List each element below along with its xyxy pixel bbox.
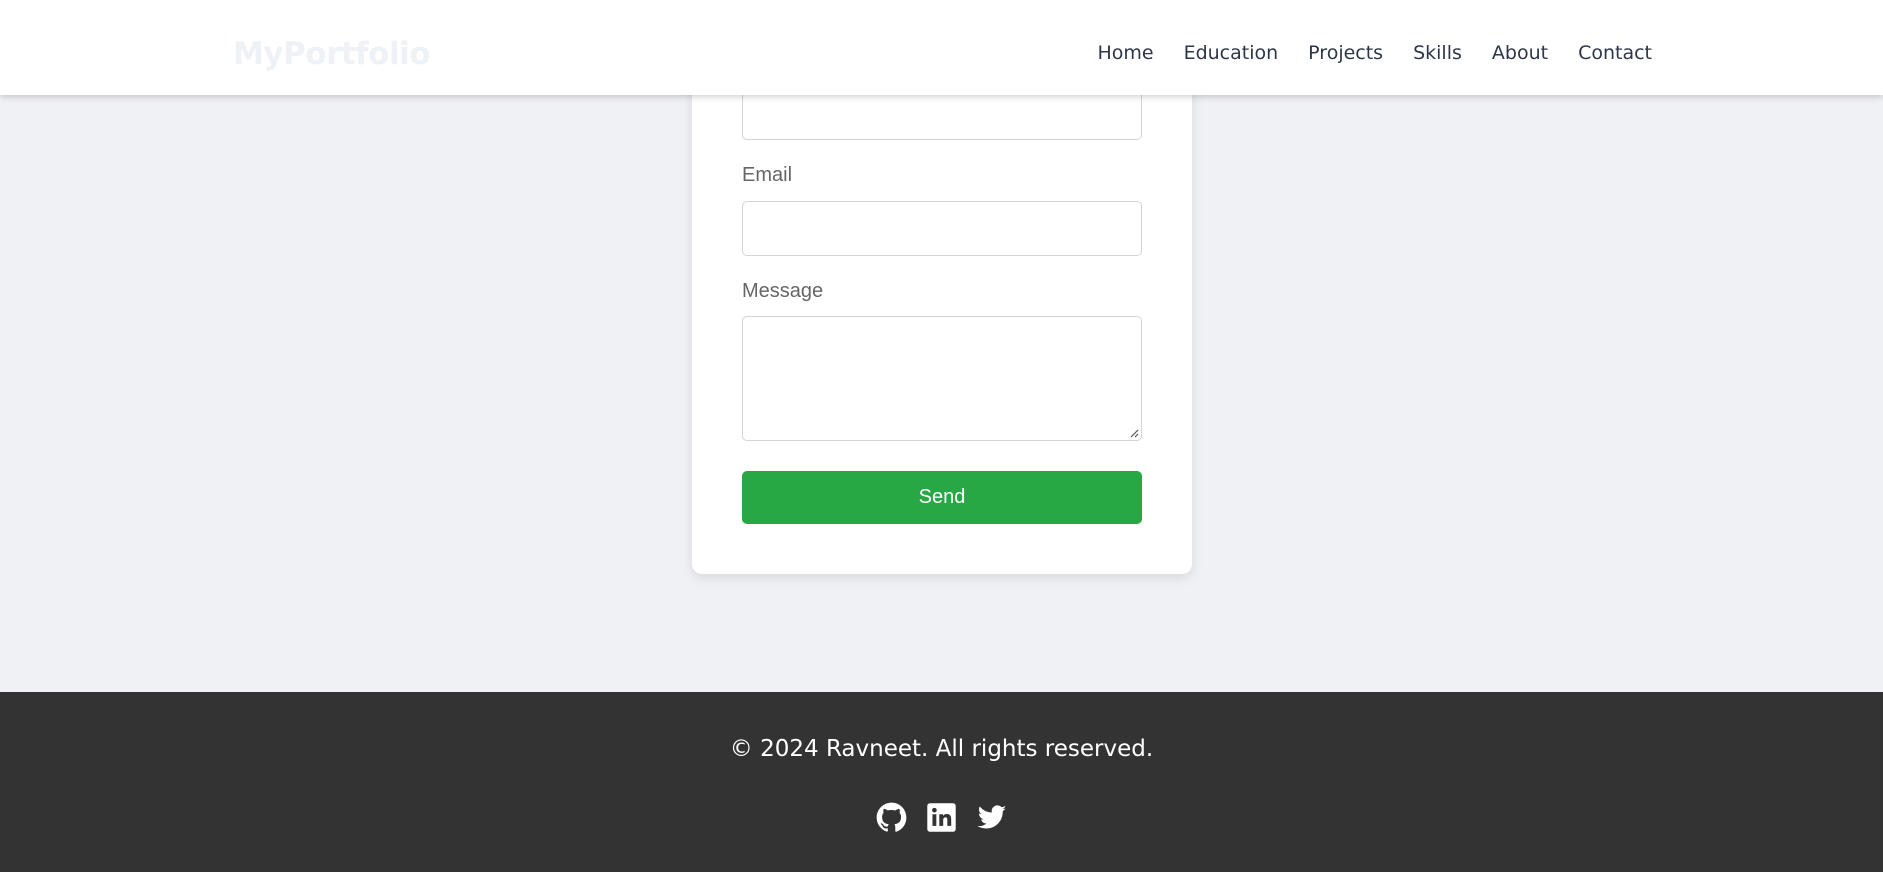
social-links [0,802,1883,833]
github-icon [876,802,907,832]
navbar: MyPortfolio Home Education Projects Skil… [0,0,1883,95]
nav-link-about[interactable]: About [1492,40,1548,66]
copyright-text: © 2024 Ravneet. All rights reserved. [729,736,1154,762]
twitter-link[interactable] [976,802,1007,833]
resize-grip-icon[interactable] [1129,428,1139,438]
twitter-icon [977,805,1007,829]
linkedin-link[interactable] [926,802,957,833]
nav-link-home[interactable]: Home [1097,40,1153,66]
email-label: Email [742,164,793,186]
message-textarea[interactable] [742,316,1142,441]
email-input[interactable] [742,201,1142,256]
github-link[interactable] [876,802,907,833]
nav-link-projects[interactable]: Projects [1308,40,1383,66]
nav-link-contact[interactable]: Contact [1578,40,1652,66]
message-label: Message [742,280,824,302]
send-button[interactable]: Send [742,471,1142,524]
nav-link-education[interactable]: Education [1184,40,1279,66]
contact-form-card: Email Message Send [692,40,1192,574]
nav-links: Home Education Projects Skills About Con… [1067,40,1652,66]
brand-logo[interactable]: MyPortfolio [233,34,431,74]
footer: © 2024 Ravneet. All rights reserved. [0,692,1883,872]
linkedin-icon [927,803,956,832]
nav-link-skills[interactable]: Skills [1413,40,1462,66]
